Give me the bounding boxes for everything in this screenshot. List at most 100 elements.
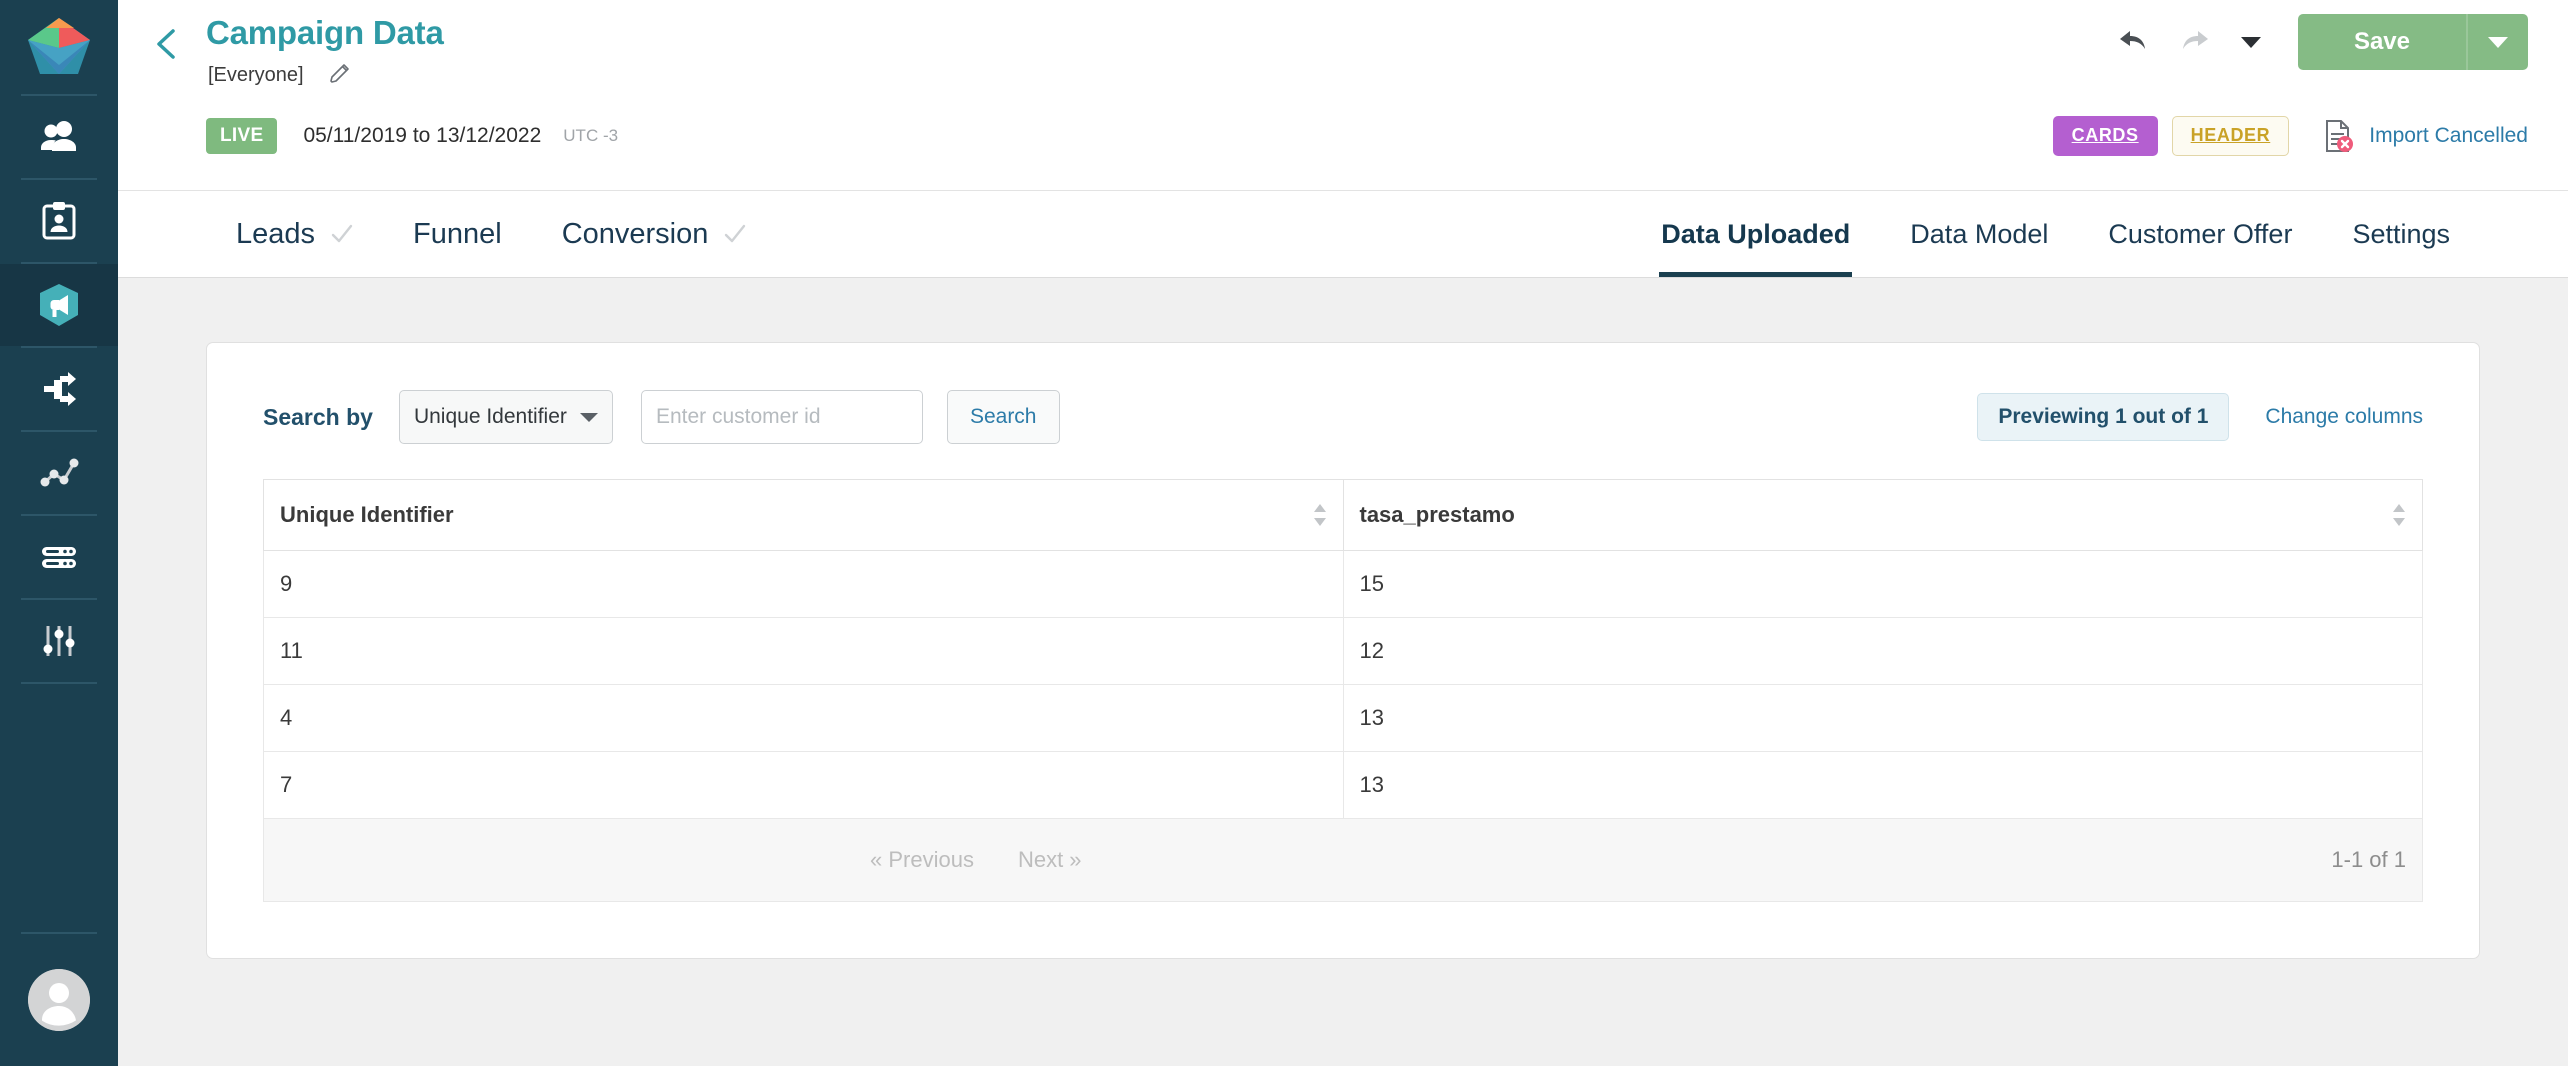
sidebar-item-data[interactable] (0, 516, 118, 598)
caret-down-icon (579, 412, 598, 422)
cell-unique-identifier: 11 (263, 617, 1344, 685)
megaphone-icon (40, 284, 78, 326)
toolbar-right-group: Previewing 1 out of 1 Change columns (1977, 393, 2423, 441)
sidebar-item-audience[interactable] (0, 96, 118, 178)
sidebar-item-journeys[interactable] (0, 348, 118, 430)
redo-arrow-icon[interactable] (2176, 23, 2214, 61)
cell-unique-identifier: 7 (263, 751, 1344, 819)
app-root: Campaign Data [Everyone] LIVE 05/11/2019… (0, 0, 2568, 1066)
content-area: Search by Unique Identifier Search Previ… (118, 278, 2568, 1066)
sidebar-item-analytics[interactable] (0, 432, 118, 514)
tab-data-uploaded[interactable]: Data Uploaded (1631, 191, 1880, 277)
cell-unique-identifier: 9 (263, 550, 1344, 618)
import-status[interactable]: Import Cancelled (2321, 119, 2528, 153)
column-header-tasa-prestamo[interactable]: tasa_prestamo (1342, 479, 2423, 551)
avatar-icon (28, 969, 90, 1031)
save-dropdown-button[interactable] (2466, 14, 2528, 70)
check-icon (331, 224, 353, 243)
uploaded-data-table: Unique Identifier tasa_prestamo 9 15 11 … (263, 479, 2423, 902)
preview-count-badge[interactable]: Previewing 1 out of 1 (1977, 393, 2230, 441)
cards-badge[interactable]: CARDS (2052, 116, 2158, 156)
tab-customer-offer[interactable]: Customer Offer (2078, 191, 2322, 277)
header-actions: Save (2090, 14, 2528, 70)
tab-data-model[interactable]: Data Model (1880, 191, 2078, 277)
document-error-icon (2326, 119, 2354, 152)
save-button[interactable]: Save (2297, 14, 2466, 70)
import-status-label: Import Cancelled (2369, 123, 2528, 147)
tab-data-uploaded-label: Data Uploaded (1661, 218, 1851, 249)
tab-bar: Leads Funnel Conversion Data Uploaded Da… (118, 190, 2568, 278)
sort-arrows-icon (2393, 504, 2405, 526)
user-avatar[interactable] (0, 934, 118, 1066)
save-button-group: Save (2297, 14, 2528, 70)
page-subtitle: [Everyone] (208, 64, 304, 86)
cell-tasa-prestamo: 15 (1342, 550, 2423, 618)
server-icon (42, 547, 76, 568)
pagination-count: 1-1 of 1 (2331, 847, 2406, 872)
header-badges: CARDS HEADER Import Cancelled (2052, 116, 2528, 156)
campaign-meta: LIVE 05/11/2019 to 13/12/2022 UTC -3 (206, 118, 618, 154)
column-header-label: Unique Identifier (280, 502, 454, 527)
search-field-select[interactable]: Unique Identifier (398, 390, 613, 444)
pagination-cell: « Previous Next » 1-1 of 1 (263, 818, 2423, 902)
section-tabs: Data Uploaded Data Model Customer Offer … (1631, 191, 2480, 277)
app-logo[interactable] (0, 0, 118, 94)
sidebar-item-settings[interactable] (0, 600, 118, 682)
tab-conversion[interactable]: Conversion (532, 191, 777, 277)
main-sidebar (0, 0, 118, 1066)
data-uploaded-card: Search by Unique Identifier Search Previ… (206, 342, 2480, 959)
next-page-link[interactable]: Next » (1018, 847, 1082, 873)
tab-leads-label: Leads (236, 217, 316, 250)
search-toolbar: Search by Unique Identifier Search Previ… (263, 389, 2423, 445)
clipboard-user-icon (42, 202, 76, 240)
column-header-label: tasa_prestamo (1359, 502, 1515, 527)
caret-down-icon[interactable] (2240, 35, 2262, 49)
cell-tasa-prestamo: 13 (1342, 684, 2423, 752)
caret-down-icon (2488, 37, 2508, 48)
column-header-unique-identifier[interactable]: Unique Identifier (263, 479, 1344, 551)
main-area: Campaign Data [Everyone] LIVE 05/11/2019… (118, 0, 2568, 1066)
table-head: Unique Identifier tasa_prestamo (263, 479, 2423, 551)
table-row: 4 13 (263, 684, 2423, 752)
page-header: Campaign Data [Everyone] LIVE 05/11/2019… (118, 0, 2568, 190)
sidebar-divider (21, 682, 97, 684)
sidebar-item-campaigns[interactable] (0, 264, 118, 346)
timezone-label: UTC -3 (563, 126, 619, 145)
change-columns-link[interactable]: Change columns (2265, 405, 2423, 429)
header-badge[interactable]: HEADER (2171, 116, 2290, 156)
pencil-icon[interactable] (328, 62, 352, 86)
table-row: 7 13 (263, 751, 2423, 819)
people-icon (41, 121, 76, 151)
stage-tabs: Leads Funnel Conversion (206, 191, 776, 277)
undo-arrow-icon[interactable] (2114, 23, 2152, 61)
tab-leads[interactable]: Leads (206, 191, 383, 277)
tab-customer-offer-label: Customer Offer (2108, 218, 2293, 249)
search-input[interactable] (640, 390, 923, 444)
previous-page-link[interactable]: « Previous (870, 847, 974, 873)
search-by-label: Search by (263, 403, 373, 430)
sidebar-item-lists[interactable] (0, 180, 118, 262)
line-chart-icon (40, 458, 79, 487)
table-row: 11 12 (263, 617, 2423, 685)
cell-tasa-prestamo: 13 (1342, 751, 2423, 819)
back-arrow-icon[interactable] (146, 22, 190, 66)
status-badge: LIVE (206, 118, 278, 154)
tab-funnel-label: Funnel (413, 217, 502, 250)
tab-conversion-label: Conversion (561, 217, 709, 250)
search-button[interactable]: Search (946, 390, 1060, 444)
tab-data-model-label: Data Model (1910, 218, 2049, 249)
cell-tasa-prestamo: 12 (1342, 617, 2423, 685)
tab-settings[interactable]: Settings (2322, 191, 2480, 277)
app-logo-icon (28, 18, 90, 74)
date-range: 05/11/2019 to 13/12/2022 (303, 124, 542, 147)
search-field-value: Unique Identifier (413, 405, 567, 428)
page-title: Campaign Data (206, 14, 444, 51)
pagination: « Previous Next » 1-1 of 1 (280, 843, 2406, 877)
tab-settings-label: Settings (2352, 218, 2450, 249)
sliders-icon (43, 626, 75, 656)
cell-unique-identifier: 4 (263, 684, 1344, 752)
check-icon (725, 224, 746, 243)
sort-arrows-icon (1313, 504, 1326, 526)
share-nodes-icon (44, 372, 76, 406)
tab-funnel[interactable]: Funnel (383, 191, 532, 277)
